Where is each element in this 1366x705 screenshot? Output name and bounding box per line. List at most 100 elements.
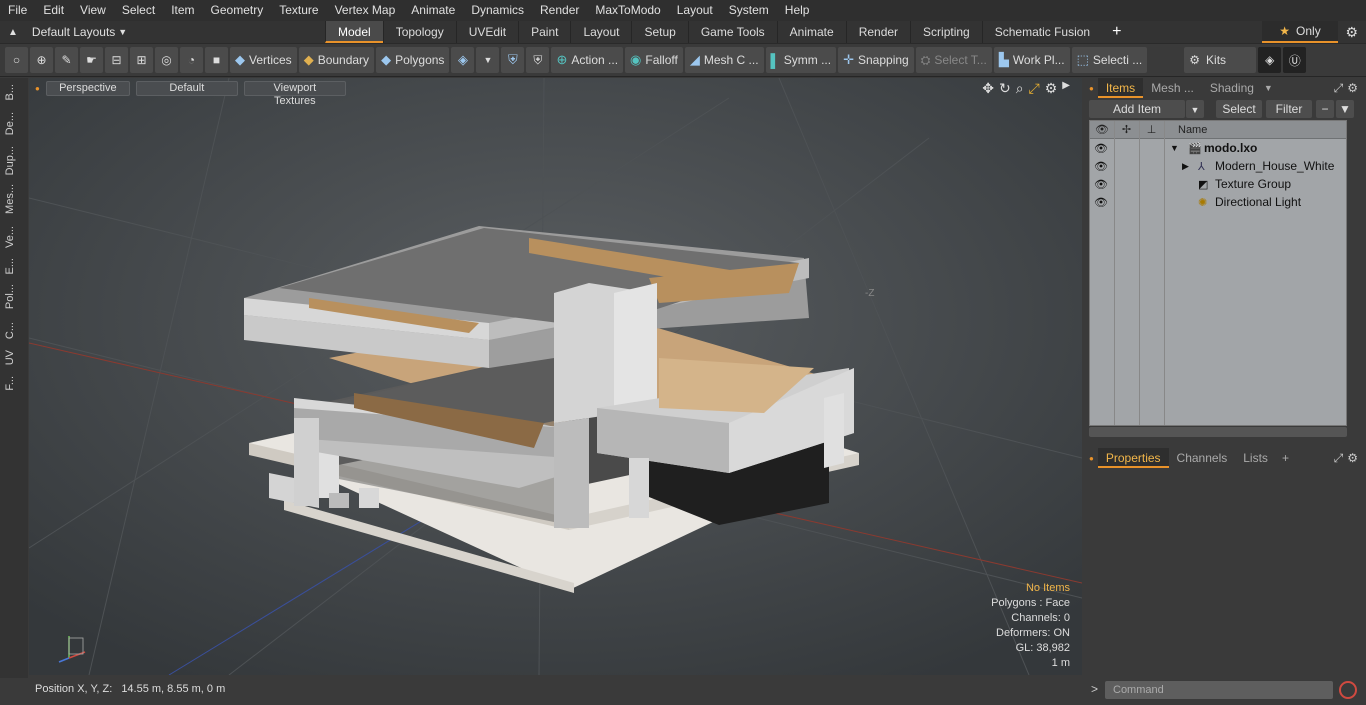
pen-button[interactable]: ✎: [55, 47, 78, 73]
add-tab-button[interactable]: +: [1282, 451, 1289, 465]
menu-system[interactable]: System: [721, 0, 777, 21]
left-tab-uv[interactable]: UV: [4, 350, 20, 365]
left-tab-basic[interactable]: B...: [4, 84, 20, 101]
left-tab-curve[interactable]: C...: [4, 322, 20, 339]
record-icon[interactable]: [1339, 681, 1357, 699]
panel-expand-icon[interactable]: ⤢: [1334, 81, 1344, 96]
left-tab-vertex[interactable]: Ve...: [4, 226, 20, 248]
3d-viewport[interactable]: -Z ● Perspective Default Viewport Textur…: [29, 78, 1082, 675]
polygons-button[interactable]: ◆ Polygons: [376, 47, 450, 73]
orbit-icon[interactable]: ↻: [999, 80, 1011, 97]
menu-dynamics[interactable]: Dynamics: [463, 0, 532, 21]
symmetry-button[interactable]: ▌ Symm ...: [765, 47, 837, 73]
tab-shading[interactable]: Shading: [1202, 78, 1262, 98]
mesh-constraint-button[interactable]: ◢ Mesh C ...: [684, 47, 764, 73]
material-dropdown[interactable]: ▼: [476, 47, 500, 73]
tab-channels[interactable]: Channels: [1169, 448, 1236, 468]
tab-topology[interactable]: Topology: [382, 21, 456, 43]
add-item-dropdown[interactable]: ▼: [1186, 100, 1204, 118]
select-through-button[interactable]: ⛭ Select T...: [915, 47, 992, 73]
left-tab-duplicate[interactable]: Dup...: [4, 146, 20, 175]
funnel-button[interactable]: ▼: [1336, 100, 1354, 118]
rotate-button[interactable]: ◔: [180, 47, 203, 73]
menu-layout[interactable]: Layout: [669, 0, 721, 21]
tree-scrollbar[interactable]: [1089, 427, 1347, 437]
material-button[interactable]: ◈: [451, 47, 475, 73]
name-column-header[interactable]: Name: [1164, 121, 1207, 138]
command-input[interactable]: Command: [1105, 681, 1333, 699]
unity-button[interactable]: ◈: [1258, 47, 1282, 73]
expand-arrow-icon[interactable]: ▼: [1170, 143, 1179, 153]
tab-setup[interactable]: Setup: [631, 21, 687, 43]
tree-row[interactable]: 👁 ▶ ⅄ Modern_House_White: [1090, 157, 1346, 175]
maximize-icon[interactable]: ⤢: [1029, 80, 1040, 97]
snapping-button[interactable]: ✛ Snapping: [838, 47, 914, 73]
unreal-button[interactable]: Ⓤ: [1283, 47, 1307, 73]
falloff-button[interactable]: ◉ Falloff: [625, 47, 683, 73]
menu-animate[interactable]: Animate: [403, 0, 463, 21]
work-plane-button[interactable]: ▙ Work Pl...: [993, 47, 1070, 73]
pan-icon[interactable]: ✥: [982, 80, 994, 97]
left-tab-mesh-edit[interactable]: Mes...: [4, 184, 20, 214]
kits-button[interactable]: ⚙ Kits: [1184, 47, 1257, 73]
visibility-eye-icon[interactable]: 👁: [1092, 142, 1110, 155]
align-button[interactable]: ⊟: [105, 47, 128, 73]
item-mode-button[interactable]: ■: [205, 47, 228, 73]
add-item-button[interactable]: Add Item: [1089, 100, 1185, 118]
menu-geometry[interactable]: Geometry: [203, 0, 272, 21]
action-button[interactable]: ⊕ Action ...: [551, 47, 624, 73]
tree-row[interactable]: 👁 ▼ 🎬 modo.lxo: [1090, 139, 1346, 157]
panel-gear-icon[interactable]: ⚙: [1347, 81, 1358, 95]
frame-button[interactable]: ◎: [155, 47, 178, 73]
tree-row[interactable]: 👁 ◩ Texture Group: [1090, 175, 1346, 193]
left-tab-deform[interactable]: De...: [4, 112, 20, 135]
tab-animate[interactable]: Animate: [776, 21, 846, 43]
menu-edit[interactable]: Edit: [35, 0, 72, 21]
tab-game-tools[interactable]: Game Tools: [687, 21, 777, 43]
panel-gear-icon[interactable]: ⚙: [1347, 451, 1358, 465]
add-tab-button[interactable]: +: [1112, 23, 1121, 41]
tab-lists[interactable]: Lists: [1235, 448, 1276, 468]
menu-maxtomodo[interactable]: MaxToModo: [587, 0, 668, 21]
center-button[interactable]: ⊞: [130, 47, 153, 73]
view-perspective-button[interactable]: Perspective: [45, 80, 130, 96]
chevron-down-icon[interactable]: ▼: [1264, 83, 1273, 93]
menu-render[interactable]: Render: [532, 0, 587, 21]
left-tab-edge[interactable]: E...: [4, 258, 20, 275]
tree-row[interactable]: 👁 ✺ Directional Light: [1090, 193, 1346, 211]
collapse-button[interactable]: −: [1316, 100, 1334, 118]
tab-properties[interactable]: Properties: [1097, 448, 1169, 468]
menu-select[interactable]: Select: [114, 0, 163, 21]
viewport-textures-button[interactable]: Viewport Textures: [243, 80, 346, 107]
tab-paint[interactable]: Paint: [518, 21, 570, 43]
left-tab-polygon[interactable]: Pol...: [4, 284, 20, 309]
zoom-icon[interactable]: ⌕: [1016, 80, 1024, 97]
menu-texture[interactable]: Texture: [271, 0, 326, 21]
panel-menu-icon[interactable]: ●: [1089, 454, 1094, 463]
left-tab-fusion[interactable]: F...: [4, 376, 20, 391]
shading-default-button[interactable]: Default: [135, 80, 238, 96]
tab-items[interactable]: Items: [1097, 78, 1144, 98]
menu-file[interactable]: File: [0, 0, 35, 21]
expand-right-icon[interactable]: ▶: [1062, 80, 1070, 97]
selection-sets-button[interactable]: ⬚ Selecti ...: [1071, 47, 1148, 73]
tab-layout[interactable]: Layout: [570, 21, 631, 43]
tab-model[interactable]: Model: [325, 21, 383, 43]
select-button[interactable]: Select: [1216, 100, 1262, 118]
panel-menu-icon[interactable]: ●: [1089, 84, 1094, 93]
globe-button[interactable]: ⊕: [30, 47, 53, 73]
menu-help[interactable]: Help: [777, 0, 818, 21]
panel-expand-icon[interactable]: ⤢: [1334, 451, 1344, 466]
menu-view[interactable]: View: [72, 0, 114, 21]
gear-icon[interactable]: ⚙: [1345, 24, 1358, 41]
select-circle-button[interactable]: ○: [5, 47, 28, 73]
symmetry-a-button[interactable]: ⛨: [501, 47, 525, 73]
expand-arrow-icon[interactable]: ▶: [1182, 161, 1189, 172]
tab-schematic-fusion[interactable]: Schematic Fusion: [981, 21, 1102, 43]
boundary-button[interactable]: ◆ Boundary: [298, 47, 375, 73]
filter-button[interactable]: Filter: [1266, 100, 1312, 118]
vertices-button[interactable]: ◆ Vertices: [230, 47, 297, 73]
viewport-settings-icon[interactable]: ⚙: [1045, 80, 1058, 97]
visibility-eye-icon[interactable]: 👁: [1092, 160, 1110, 173]
lasso-button[interactable]: ☛: [80, 47, 103, 73]
